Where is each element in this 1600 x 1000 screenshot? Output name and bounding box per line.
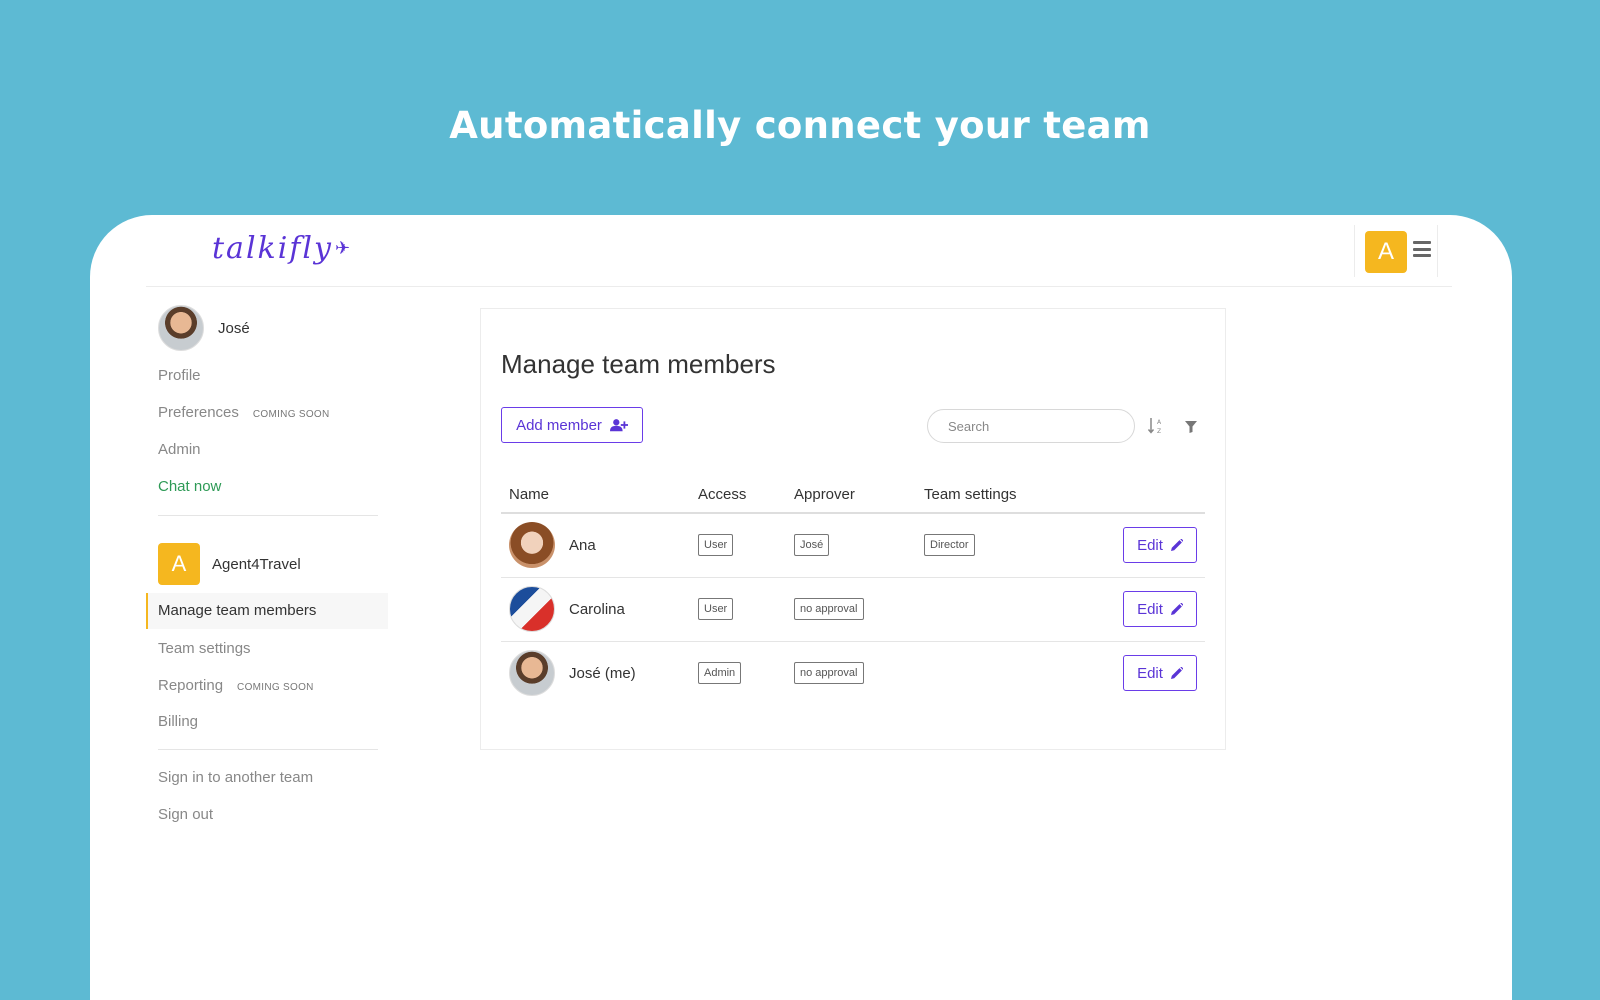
team-name: Agent4Travel: [212, 555, 301, 573]
avatar: [509, 650, 555, 697]
coming-soon-badge: COMING SOON: [237, 682, 314, 693]
access-tag: User: [698, 534, 734, 557]
team-header[interactable]: A Agent4Travel: [158, 543, 301, 585]
approver-tag: José: [794, 534, 830, 557]
access-tag: User: [698, 598, 734, 620]
edit-button[interactable]: Edit: [1123, 655, 1197, 692]
pencil-icon: [1170, 603, 1183, 615]
members-table: Name Access Approver Team settings Ana U…: [501, 477, 1205, 705]
edit-label: Edit: [1137, 664, 1163, 682]
team-avatar-button[interactable]: A: [1365, 231, 1407, 273]
edit-label: Edit: [1137, 536, 1163, 554]
avatar: [509, 586, 555, 632]
sidebar-item-admin[interactable]: Admin: [158, 441, 201, 458]
sidebar-item-sign-in-another-team[interactable]: Sign in to another team: [158, 769, 313, 786]
menu-icon[interactable]: [1413, 241, 1431, 257]
app-window: talkifly ✈ A José Profile Preferences COMI…: [90, 215, 1512, 1000]
filter-icon[interactable]: [1185, 421, 1197, 433]
headline: Automatically connect your team: [449, 104, 1151, 147]
table-row: Carolina User no approval Edit: [501, 577, 1205, 642]
member-name: José (me): [569, 664, 636, 682]
team-settings-tag: Director: [924, 534, 975, 557]
table-row: José (me) Admin no approval Edit: [501, 641, 1205, 705]
pencil-icon: [1170, 539, 1183, 552]
column-header-actions: [1046, 477, 1205, 514]
access-tag: Admin: [698, 662, 742, 685]
sidebar-item-chat-now[interactable]: Chat now: [158, 478, 221, 495]
sidebar-item-preferences[interactable]: Preferences COMING SOON: [158, 404, 330, 421]
user-profile[interactable]: José: [158, 305, 250, 351]
column-header-name[interactable]: Name: [501, 477, 690, 514]
column-header-access[interactable]: Access: [690, 477, 786, 514]
edit-button[interactable]: Edit: [1123, 591, 1197, 627]
edit-button[interactable]: Edit: [1123, 527, 1197, 564]
edit-label: Edit: [1137, 600, 1163, 618]
team-members-panel: Manage team members Add member A Z Name …: [480, 308, 1226, 750]
coming-soon-badge: COMING SOON: [252, 409, 330, 420]
member-name: Carolina: [569, 600, 625, 618]
approver-tag: no approval: [794, 598, 864, 620]
logo[interactable]: talkifly ✈: [212, 231, 352, 266]
svg-text:A: A: [1157, 419, 1162, 426]
sort-alpha-icon[interactable]: A Z: [1148, 417, 1164, 435]
sidebar-item-sign-out[interactable]: Sign out: [158, 806, 213, 823]
member-name: Ana: [569, 536, 596, 554]
page-title: Manage team members: [501, 349, 776, 379]
plane-icon: ✈: [334, 238, 353, 259]
table-header-row: Name Access Approver Team settings: [501, 477, 1205, 514]
user-name: José: [218, 319, 250, 337]
search-input[interactable]: [927, 409, 1135, 443]
avatar: [509, 522, 555, 569]
sidebar-item-billing[interactable]: Billing: [158, 713, 198, 730]
sidebar-item-manage-team-members[interactable]: Manage team members: [146, 593, 388, 629]
team-badge: A: [158, 543, 200, 585]
avatar: [158, 305, 204, 351]
divider: [158, 515, 378, 516]
logo-text: talkifly: [212, 231, 333, 266]
column-header-team-settings[interactable]: Team settings: [916, 477, 1046, 514]
account-menu: A: [1354, 225, 1438, 277]
sidebar-item-profile[interactable]: Profile: [158, 367, 201, 384]
add-member-label: Add member: [516, 416, 602, 434]
add-member-button[interactable]: Add member: [501, 407, 643, 443]
top-bar: talkifly ✈ A: [146, 215, 1452, 287]
svg-text:Z: Z: [1157, 428, 1161, 435]
pencil-icon: [1170, 667, 1183, 680]
sidebar-item-team-settings[interactable]: Team settings: [158, 640, 251, 657]
column-header-approver[interactable]: Approver: [786, 477, 916, 514]
sidebar-item-reporting[interactable]: Reporting COMING SOON: [158, 677, 314, 694]
divider: [158, 749, 378, 750]
table-row: Ana User José Director Edit: [501, 513, 1205, 578]
user-plus-icon: [609, 419, 628, 432]
approver-tag: no approval: [794, 662, 864, 685]
